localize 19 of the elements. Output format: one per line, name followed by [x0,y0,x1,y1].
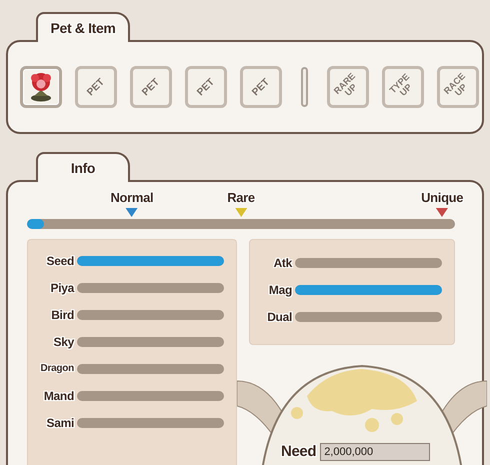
grade-label: Normal [110,189,154,207]
stat-label: Bird [50,306,74,324]
stat-label: Mag [268,282,292,298]
stat-label: Dual [266,308,292,326]
grade-label: Rare [227,189,255,207]
need-field[interactable]: 2,000,000 [320,442,430,461]
flower-creature-icon [30,72,52,102]
need-label: Need [281,442,316,462]
grade-label: Unique [421,189,464,207]
stat-label: Sky [52,334,74,350]
stat-label: Sami [46,414,74,432]
stat-label: Seed [46,252,74,270]
stat-label: Piya [50,280,74,296]
pet-slot[interactable] [20,66,62,108]
panel-tab[interactable]: Pet & Item [36,12,130,42]
panel-tab[interactable]: Info [36,152,130,182]
stat-label: Mand [42,388,74,404]
stat-label: Dragon [40,362,74,376]
stat-label: Atk [272,254,292,272]
